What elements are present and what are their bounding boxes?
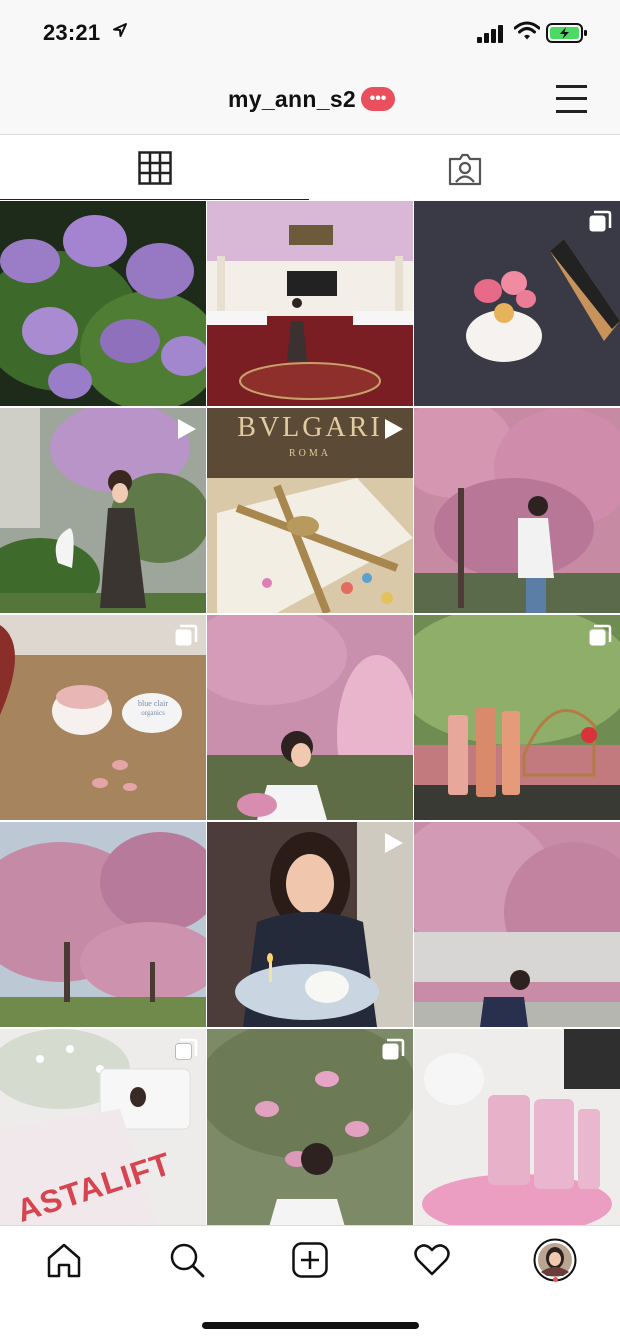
post-thumbnail[interactable] bbox=[0, 408, 206, 613]
product-sublabel: organics bbox=[141, 709, 165, 717]
menu-button[interactable] bbox=[556, 84, 588, 114]
notification-badge[interactable]: ••• bbox=[361, 87, 395, 111]
video-play-icon bbox=[178, 419, 196, 439]
post-thumbnail[interactable] bbox=[0, 201, 206, 406]
nav-home[interactable] bbox=[42, 1238, 86, 1282]
battery-charging-icon bbox=[546, 23, 587, 43]
product-label: blue clair bbox=[138, 699, 168, 708]
profile-tabs bbox=[0, 135, 620, 200]
brand-label: BVLGARI bbox=[237, 412, 383, 443]
nav-search[interactable] bbox=[165, 1238, 209, 1282]
carousel-icon bbox=[589, 210, 612, 232]
lilac-photo bbox=[0, 201, 206, 406]
tab-tagged[interactable] bbox=[310, 135, 620, 199]
tab-grid[interactable] bbox=[0, 135, 309, 200]
post-thumbnail[interactable]: blue clair organics bbox=[0, 615, 206, 820]
post-thumbnail[interactable] bbox=[207, 822, 413, 1027]
carousel-icon bbox=[382, 1038, 405, 1060]
profile-username[interactable]: my_ann_s2 bbox=[228, 86, 356, 113]
post-thumbnail[interactable]: ASTALIFT bbox=[0, 1029, 206, 1234]
post-thumbnail[interactable] bbox=[414, 615, 620, 820]
woman-blossoms-photo bbox=[207, 615, 413, 820]
heart-icon bbox=[414, 1244, 450, 1276]
cherry-blossom-photo bbox=[414, 408, 620, 613]
cherry-park-photo bbox=[0, 822, 206, 1027]
grid-icon bbox=[138, 151, 172, 185]
cellular-signal-icon bbox=[477, 25, 503, 43]
ballroom-photo bbox=[207, 201, 413, 406]
tagged-person-icon bbox=[448, 153, 482, 186]
wifi-icon bbox=[514, 21, 540, 40]
location-arrow-icon bbox=[113, 23, 127, 37]
status-bar: 23:21 bbox=[0, 0, 620, 66]
post-thumbnail[interactable] bbox=[414, 201, 620, 406]
post-thumbnail[interactable] bbox=[414, 822, 620, 1027]
profile-avatar bbox=[533, 1238, 577, 1282]
post-thumbnail[interactable] bbox=[414, 408, 620, 613]
post-thumbnail[interactable] bbox=[207, 1029, 413, 1234]
brand-sublabel: ROMA bbox=[288, 448, 331, 459]
home-indicator bbox=[202, 1322, 419, 1329]
nav-new-post[interactable] bbox=[288, 1238, 332, 1282]
post-thumbnail[interactable] bbox=[207, 615, 413, 820]
add-post-icon bbox=[292, 1242, 328, 1278]
status-time: 23:21 bbox=[43, 20, 101, 45]
post-thumbnail[interactable]: BVLGARI ROMA bbox=[207, 408, 413, 613]
nav-activity[interactable] bbox=[410, 1238, 454, 1282]
video-play-icon bbox=[385, 833, 403, 853]
video-play-icon bbox=[385, 419, 403, 439]
post-thumbnail[interactable] bbox=[207, 201, 413, 406]
carousel-icon bbox=[175, 1038, 198, 1060]
profile-notification-dot bbox=[553, 1277, 558, 1282]
home-icon bbox=[47, 1243, 81, 1278]
post-thumbnail[interactable] bbox=[0, 822, 206, 1027]
carousel-icon bbox=[589, 624, 612, 646]
carousel-icon bbox=[175, 624, 198, 646]
search-icon bbox=[170, 1243, 205, 1278]
pink-bottles-photo bbox=[414, 1029, 620, 1234]
post-thumbnail[interactable] bbox=[414, 1029, 620, 1234]
woman-blossoms-photo-2 bbox=[414, 822, 620, 1027]
nav-profile[interactable] bbox=[533, 1238, 577, 1282]
